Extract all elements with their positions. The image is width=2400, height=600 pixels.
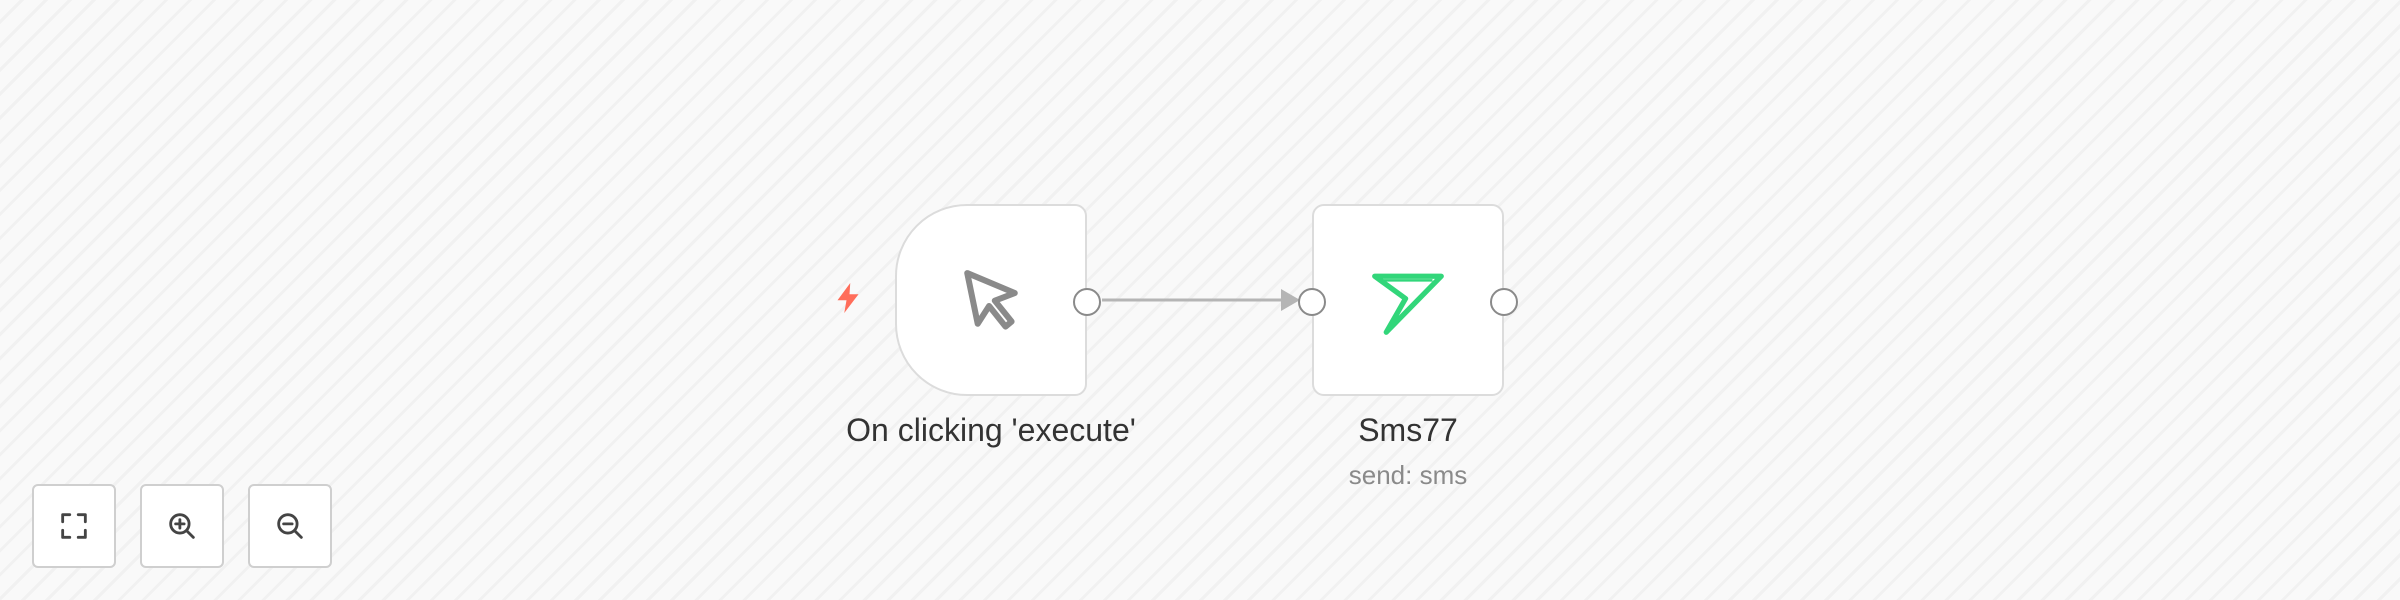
send-paper-plane-icon	[1372, 273, 1444, 335]
cursor-click-icon	[964, 270, 1018, 330]
trigger-output-handle[interactable]	[1073, 288, 1101, 316]
sms77-node[interactable]	[1298, 204, 1518, 396]
sms77-node-label: Sms77	[1358, 412, 1458, 448]
workflow-canvas[interactable]: On clicking 'execute' Sms77 send: sms	[0, 0, 2400, 600]
trigger-node[interactable]	[895, 204, 1101, 396]
sms77-node-subtitle: send: sms	[1348, 460, 1468, 490]
zoom-in-button[interactable]	[140, 484, 224, 568]
sms77-output-handle[interactable]	[1490, 288, 1518, 316]
fit-view-button[interactable]	[32, 484, 116, 568]
canvas-controls	[32, 484, 332, 568]
trigger-node-label: On clicking 'execute'	[846, 412, 1136, 448]
zoom-out-icon	[277, 513, 303, 539]
lightning-bolt-icon	[837, 283, 859, 313]
sms77-input-handle[interactable]	[1298, 288, 1326, 316]
zoom-in-icon	[169, 513, 195, 539]
expand-icon	[61, 513, 87, 539]
connection-line[interactable]	[0, 0, 2400, 600]
zoom-out-button[interactable]	[248, 484, 332, 568]
